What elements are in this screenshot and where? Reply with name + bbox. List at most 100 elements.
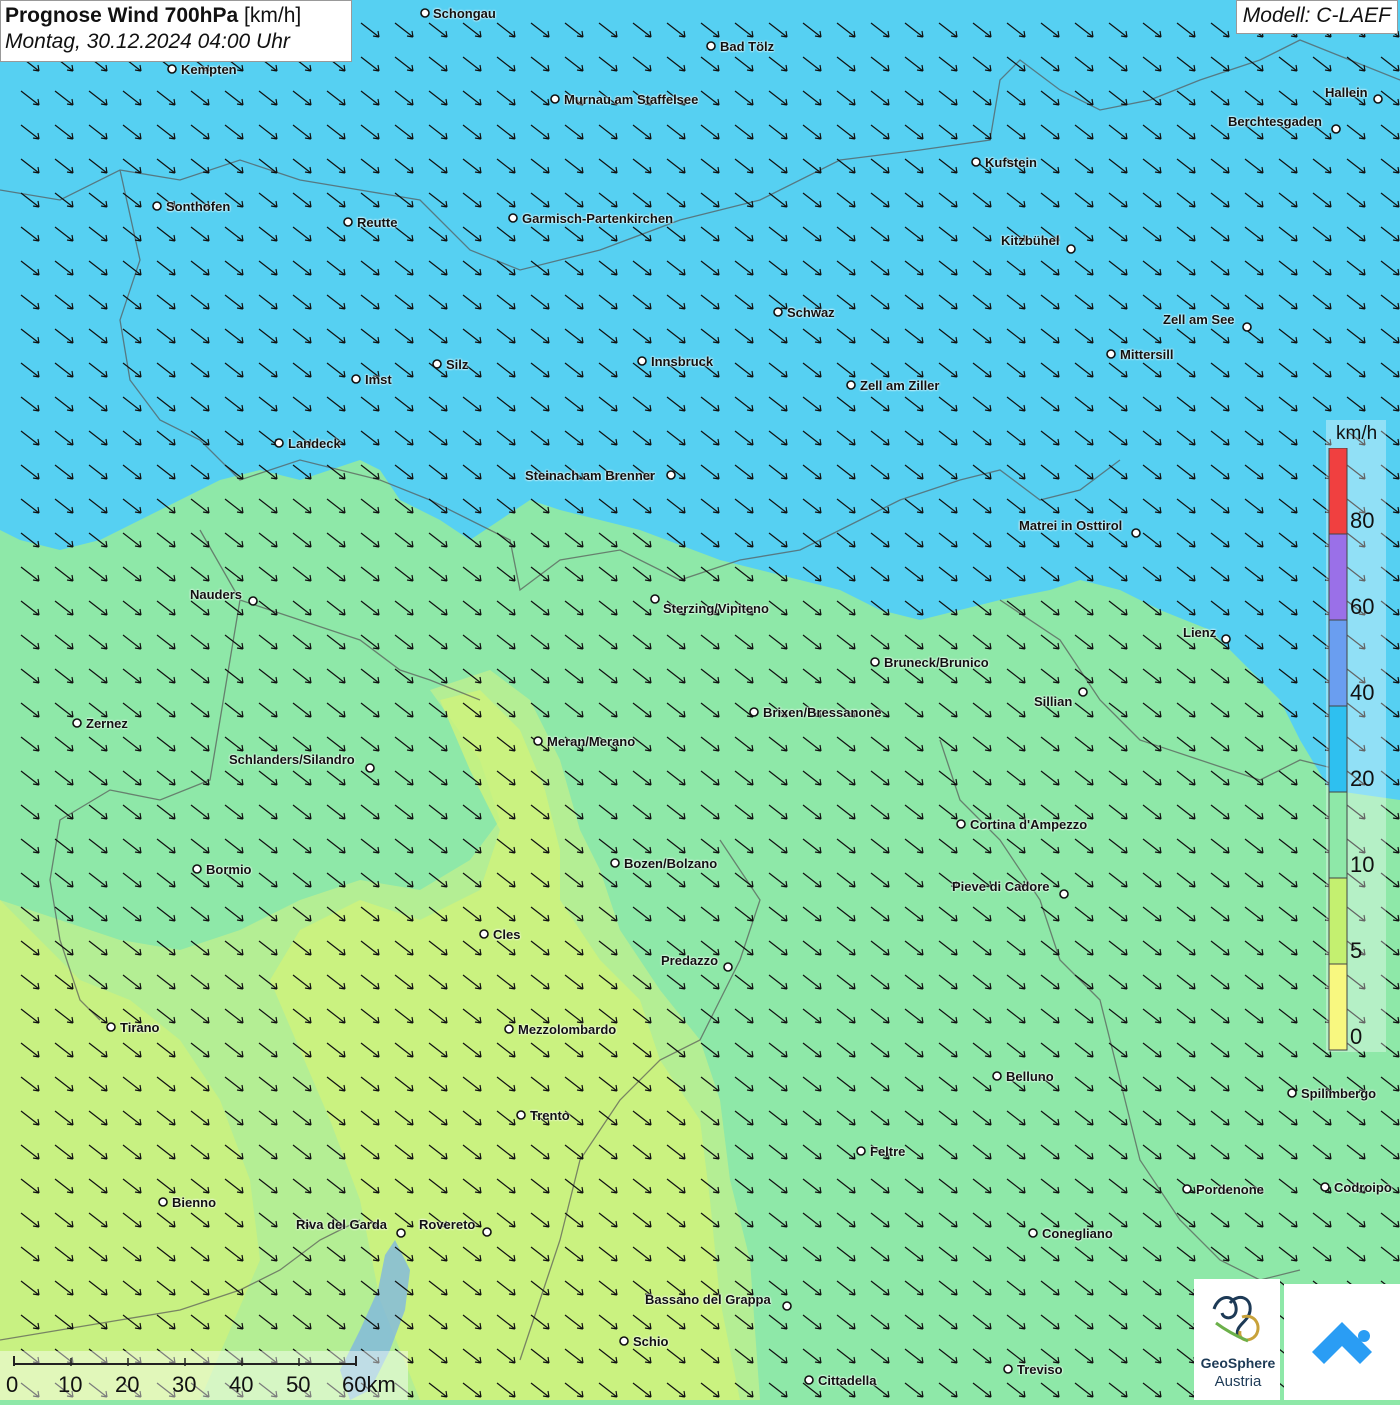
- city-marker-pieve-di-cadore: [1059, 889, 1069, 899]
- scale-label-60: 60km: [342, 1372, 396, 1397]
- city-marker-schio: [619, 1336, 629, 1346]
- city-marker-bozen-bolzano: [610, 858, 620, 868]
- legend-unit: km/h: [1336, 423, 1378, 444]
- city-marker-imst: [351, 374, 361, 384]
- city-marker-lienz: [1221, 634, 1231, 644]
- city-label-schio: Schio: [633, 1334, 669, 1349]
- city-marker-berchtesgaden: [1331, 124, 1341, 134]
- city-label-kempten: Kempten: [181, 62, 237, 77]
- city-marker-tirano: [106, 1022, 116, 1032]
- app-logo-icon: [1312, 1322, 1372, 1364]
- city-marker-murnau-am-staffelsee: [550, 94, 560, 104]
- city-label-treviso: Treviso: [1017, 1362, 1063, 1377]
- title-box: Prognose Wind 700hPa [km/h] Montag, 30.1…: [0, 0, 352, 62]
- city-label-pieve-di-cadore: Pieve di Cadore: [952, 879, 1050, 894]
- city-marker-mezzolombardo: [504, 1024, 514, 1034]
- city-marker-schongau: [420, 8, 430, 18]
- city-label-innsbruck: Innsbruck: [651, 354, 714, 369]
- city-marker-cittadella: [804, 1375, 814, 1385]
- city-label-kitzb-hel: Kitzbühel: [1001, 233, 1060, 248]
- legend-label-20: 20: [1350, 766, 1375, 791]
- city-marker-kufstein: [971, 157, 981, 167]
- city-label-hallein: Hallein: [1325, 85, 1368, 100]
- city-label-zell-am-see: Zell am See: [1163, 312, 1235, 327]
- city-label-silz: Silz: [446, 357, 469, 372]
- city-marker-sillian: [1078, 687, 1088, 697]
- city-label-reutte: Reutte: [357, 215, 398, 230]
- city-marker-nauders: [248, 596, 258, 606]
- city-marker-kitzb-hel: [1066, 244, 1076, 254]
- city-marker-kempten: [167, 64, 177, 74]
- city-label-murnau-am-staffelsee: Murnau am Staffelsee: [564, 92, 699, 107]
- city-marker-schlanders-silandro: [365, 763, 375, 773]
- city-marker-zernez: [72, 718, 82, 728]
- city-label-schongau: Schongau: [433, 6, 496, 21]
- legend-label-0: 0: [1350, 1024, 1363, 1049]
- city-marker-hallein: [1373, 94, 1383, 104]
- scale-label-30: 30: [172, 1372, 197, 1397]
- city-label-nauders: Nauders: [190, 587, 243, 602]
- legend-swatch-60: [1328, 533, 1348, 621]
- city-label-bienno: Bienno: [172, 1195, 217, 1210]
- model-label: Modell: C-LAEF: [1235, 0, 1398, 34]
- scale-label-10: 10: [58, 1372, 83, 1397]
- city-marker-treviso: [1003, 1364, 1013, 1374]
- city-label-bormio: Bormio: [206, 862, 252, 877]
- city-label-steinach-am-brenner: Steinach am Brenner: [525, 468, 656, 483]
- map-title: Prognose Wind 700hPa [km/h]: [5, 4, 302, 27]
- city-label-tirano: Tirano: [120, 1020, 160, 1035]
- city-label-kufstein: Kufstein: [985, 155, 1037, 170]
- city-marker-feltre: [856, 1146, 866, 1156]
- city-label-sterzing-vipiteno: Sterzing/Vipiteno: [663, 601, 769, 616]
- city-marker-zell-am-ziller: [846, 380, 856, 390]
- city-marker-bassano-del-grappa: [782, 1301, 792, 1311]
- legend-label-40: 40: [1350, 680, 1375, 705]
- city-label-lienz: Lienz: [1183, 625, 1217, 640]
- city-label-predazzo: Predazzo: [661, 953, 719, 968]
- legend-swatch-80: [1328, 448, 1348, 535]
- city-label-spilimbergo: Spilimbergo: [1301, 1086, 1377, 1101]
- city-label-bozen-bolzano: Bozen/Bolzano: [624, 856, 718, 871]
- city-label-trento: Trento: [530, 1108, 570, 1123]
- city-marker-sterzing-vipiteno: [650, 594, 660, 604]
- city-marker-bruneck-brunico: [870, 657, 880, 667]
- city-marker-codroipo: [1320, 1182, 1330, 1192]
- city-marker-schwaz: [773, 307, 783, 317]
- city-label-feltre: Feltre: [870, 1144, 906, 1159]
- city-label-berchtesgaden: Berchtesgaden: [1228, 114, 1322, 129]
- city-label-zernez: Zernez: [86, 716, 128, 731]
- city-label-landeck: Landeck: [288, 436, 341, 451]
- scale-bar-ruler: [13, 1356, 357, 1366]
- city-marker-rovereto: [482, 1227, 492, 1237]
- scale-label-50: 50: [286, 1372, 311, 1397]
- city-marker-matrei-in-osttirol: [1131, 528, 1141, 538]
- scale-label-40: 40: [229, 1372, 254, 1397]
- legend-label-60: 60: [1350, 594, 1375, 619]
- city-marker-riva-del-garda: [396, 1228, 406, 1238]
- scale-label-20: 20: [115, 1372, 140, 1397]
- city-marker-meran-merano: [533, 736, 543, 746]
- legend-label-80: 80: [1350, 508, 1375, 533]
- city-marker-zell-am-see: [1242, 322, 1252, 332]
- legend-color-bar: [1328, 448, 1348, 1051]
- city-marker-trento: [516, 1110, 526, 1120]
- city-marker-garmisch-partenkirchen: [508, 213, 518, 223]
- geosphere-logo-text: GeoSphere: [1200, 1355, 1276, 1371]
- city-label-sillian: Sillian: [1034, 694, 1073, 709]
- city-label-mezzolombardo: Mezzolombardo: [518, 1022, 617, 1037]
- city-marker-silz: [432, 359, 442, 369]
- city-label-bad-t-lz: Bad Tölz: [720, 39, 775, 54]
- city-label-schlanders-silandro: Schlanders/Silandro: [229, 752, 355, 767]
- city-label-pordenone: Pordenone: [1196, 1182, 1264, 1197]
- legend-swatch-10: [1328, 791, 1348, 879]
- geosphere-logo-subtext: Austria: [1214, 1373, 1262, 1390]
- legend-swatch-40: [1328, 619, 1348, 707]
- city-marker-predazzo: [723, 962, 733, 972]
- city-marker-sonthofen: [152, 201, 162, 211]
- city-marker-belluno: [992, 1071, 1002, 1081]
- city-label-garmisch-partenkirchen: Garmisch-Partenkirchen: [522, 211, 674, 226]
- legend-label-10: 10: [1350, 852, 1375, 877]
- city-label-codroipo: Codroipo: [1334, 1180, 1392, 1195]
- scale-label-0: 0: [6, 1372, 19, 1397]
- city-marker-innsbruck: [637, 356, 647, 366]
